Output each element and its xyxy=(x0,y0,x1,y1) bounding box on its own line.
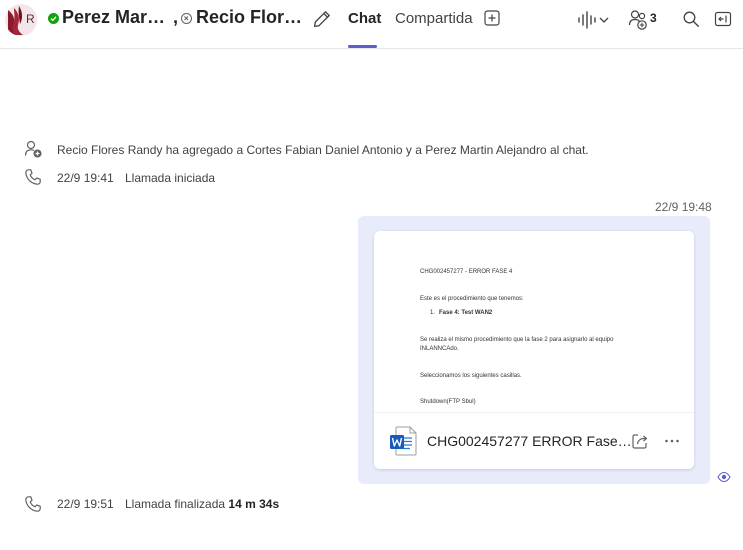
group-avatar[interactable]: R xyxy=(5,4,37,36)
tab-chat[interactable]: Chat xyxy=(348,10,381,27)
phone-icon xyxy=(25,496,41,512)
preview-line: Se realiza el mismo procedimiento que la… xyxy=(420,337,614,343)
people-add-icon xyxy=(24,140,42,158)
file-info-row[interactable]: CHG002457277 ERROR Fase… xyxy=(374,412,694,469)
participant-name-2[interactable]: Recio Flor… xyxy=(196,7,302,28)
name-separator: , xyxy=(173,7,179,27)
preview-line: Shutdown(FTP Sbul) xyxy=(420,399,476,405)
avatar-initial: R xyxy=(26,12,35,26)
participants-added-text: Recio Flores Randy ha agregado a Cortes … xyxy=(57,143,589,157)
add-tab-icon[interactable] xyxy=(484,10,500,26)
available-presence-icon xyxy=(48,13,59,24)
seen-eye-icon xyxy=(717,471,731,483)
document-preview[interactable]: CHG002457277 - ERROR FASE 4 Este es el p… xyxy=(374,231,694,412)
preview-line: Este es el procedimiento que tenemos: xyxy=(420,296,524,302)
word-doc-icon xyxy=(390,426,417,456)
file-name[interactable]: CHG002457277 ERROR Fase… xyxy=(427,433,632,449)
call-ended-label: Llamada finalizada xyxy=(125,497,226,511)
pop-out-chat-icon[interactable] xyxy=(714,10,732,28)
participant-name-1[interactable]: Perez Mar… xyxy=(62,7,165,28)
phone-icon xyxy=(25,169,41,185)
call-start-time: 22/9 19:41 xyxy=(57,171,114,185)
search-icon[interactable] xyxy=(682,10,700,28)
rename-pencil-icon[interactable] xyxy=(312,9,332,29)
preview-list-number: 1. xyxy=(430,310,436,316)
preview-list-item: Fase 4: Test WAN2 xyxy=(439,310,493,316)
preview-line: Seleccionamos los siguientes casillas. xyxy=(420,373,522,379)
share-icon[interactable] xyxy=(631,432,649,450)
participants-count[interactable]: 3 xyxy=(650,11,657,25)
chat-header: R Perez Mar… , Recio Flor… Chat Comparti… xyxy=(0,0,743,49)
active-tab-indicator xyxy=(348,45,377,48)
preview-title: CHG002457277 - ERROR FASE 4 xyxy=(420,269,513,275)
tab-shared[interactable]: Compartida xyxy=(395,10,473,27)
message-timestamp: 22/9 19:48 xyxy=(655,200,712,214)
preview-line: INLANNCAdo. xyxy=(420,346,459,352)
call-end-time: 22/9 19:51 xyxy=(57,497,114,511)
call-ended-text: Llamada finalizada 14 m 34s xyxy=(125,497,279,511)
call-duration: 14 m 34s xyxy=(228,497,280,511)
file-attachment-card[interactable]: CHG002457277 - ERROR FASE 4 Este es el p… xyxy=(374,231,694,469)
participants-icon[interactable] xyxy=(628,9,664,31)
more-options-icon[interactable] xyxy=(663,432,681,450)
call-started-text: Llamada iniciada xyxy=(125,171,216,185)
audio-call-dropdown-icon[interactable] xyxy=(577,10,613,30)
offline-presence-icon xyxy=(181,13,192,24)
